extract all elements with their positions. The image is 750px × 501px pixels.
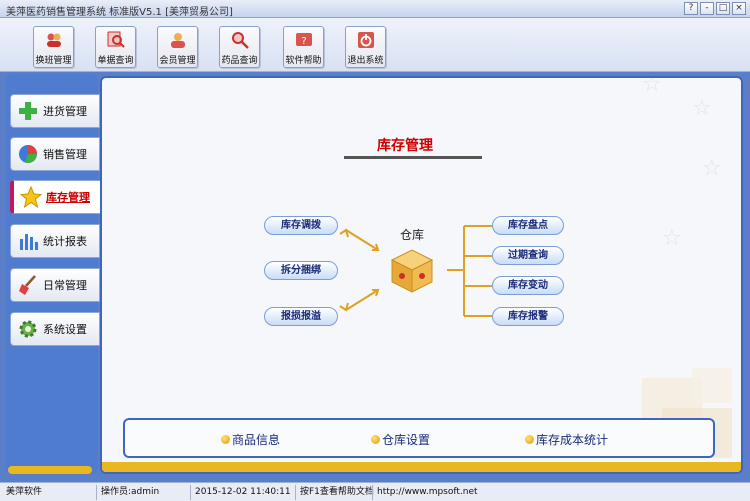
shift-management-button[interactable]: 换班管理 — [33, 26, 74, 68]
nav-bottom-bar — [8, 466, 92, 474]
stock-count-button[interactable]: 库存盘点 — [492, 216, 564, 235]
software-help-label: 软件帮助 — [285, 56, 322, 66]
bullet-icon — [525, 435, 534, 444]
window-title: 美萍医药销售管理系统 标准版V5.1 [美萍贸易公司] — [6, 7, 233, 18]
quick-links-box: 商品信息 仓库设置 库存成本统计 — [123, 418, 715, 458]
toolbar: 换班管理 单据查询 会员管理 药品查询 ? 软件帮助 退出系统 — [0, 18, 750, 72]
member-management-button[interactable]: 会员管理 — [157, 26, 198, 68]
maximize-button[interactable]: □ — [716, 2, 730, 15]
gear-icon — [19, 320, 37, 338]
split-bundle-button[interactable]: 拆分捆绑 — [264, 261, 338, 280]
drug-query-button[interactable]: 药品查询 — [219, 26, 260, 68]
software-help-button[interactable]: ? 软件帮助 — [283, 26, 324, 68]
main-bottom-bar — [102, 462, 741, 472]
plus-icon — [19, 102, 37, 120]
window-controls: ? - □ × — [684, 2, 746, 15]
nav-item-settings[interactable]: 系统设置 — [10, 312, 100, 346]
drug-query-label: 药品查询 — [221, 56, 258, 66]
stock-change-button[interactable]: 库存变动 — [492, 276, 564, 295]
shift-management-label: 换班管理 — [35, 56, 72, 66]
bullet-icon — [371, 435, 380, 444]
nav-label-settings: 系统设置 — [43, 323, 87, 336]
help-icon: ? — [296, 33, 312, 47]
document-query-button[interactable]: 单据查询 — [95, 26, 136, 68]
nav-label-daily: 日常管理 — [43, 279, 87, 292]
status-bar: 美萍软件 操作员:admin 2015-12-02 11:40:11 按F1查看… — [0, 482, 750, 501]
member-icon — [171, 33, 185, 48]
status-datetime: 2015-12-02 11:40:11 — [190, 485, 291, 500]
warehouse-label: 仓库 — [400, 228, 425, 242]
nav-item-reports[interactable]: 统计报表 — [10, 224, 100, 258]
help-window-button[interactable]: ? — [684, 2, 698, 15]
main-panel: ☆ ☆ ☆ ☆ 库存管理 仓库 库存调拨 拆分捆绑 报损报溢 库存盘点 过期查询… — [100, 76, 743, 474]
magnifier-icon — [107, 31, 125, 48]
close-button[interactable]: × — [732, 2, 746, 15]
bar-chart-icon — [20, 234, 38, 250]
exit-system-button[interactable]: 退出系统 — [345, 26, 386, 68]
nav-item-purchase[interactable]: 进货管理 — [10, 94, 100, 128]
link-stock-cost-label: 库存成本统计 — [536, 433, 609, 447]
exit-system-label: 退出系统 — [347, 56, 384, 66]
status-operator: 操作员:admin — [96, 485, 159, 500]
bullet-icon — [221, 435, 230, 444]
svg-text:?: ? — [301, 36, 306, 47]
star-icon — [20, 186, 42, 208]
nav-item-daily[interactable]: 日常管理 — [10, 268, 100, 302]
link-product-info-label: 商品信息 — [232, 433, 281, 447]
left-navigation: 进货管理 销售管理 库存管理 统计报表 日常管理 系统设置 — [6, 74, 102, 474]
title-bar: 美萍医药销售管理系统 标准版V5.1 [美萍贸易公司] ? - □ × — [0, 0, 750, 18]
nav-label-purchase: 进货管理 — [43, 105, 87, 118]
exit-icon — [358, 32, 374, 48]
nav-label-reports: 统计报表 — [43, 235, 87, 248]
stock-alarm-button[interactable]: 库存报警 — [492, 307, 564, 326]
users-icon — [47, 33, 61, 47]
broom-icon — [19, 275, 36, 295]
member-management-label: 会员管理 — [159, 56, 196, 66]
minimize-button[interactable]: - — [700, 2, 714, 15]
status-company: 美萍软件 — [6, 487, 43, 497]
status-help: 按F1查看帮助文档 — [295, 485, 374, 500]
nav-item-sales[interactable]: 销售管理 — [10, 137, 100, 171]
link-stock-cost[interactable]: 库存成本统计 — [525, 431, 608, 448]
loss-overflow-button[interactable]: 报损报溢 — [264, 307, 338, 326]
pie-chart-icon — [19, 145, 38, 164]
expiry-query-button[interactable]: 过期查询 — [492, 246, 564, 265]
nav-item-inventory[interactable]: 库存管理 — [10, 180, 102, 214]
warehouse-box-icon[interactable] — [386, 246, 438, 296]
nav-label-inventory: 库存管理 — [46, 191, 90, 204]
link-warehouse-settings[interactable]: 仓库设置 — [371, 431, 430, 448]
stock-transfer-button[interactable]: 库存调拨 — [264, 216, 338, 235]
link-product-info[interactable]: 商品信息 — [221, 431, 280, 448]
status-url[interactable]: http://www.mpsoft.net — [372, 485, 478, 500]
link-warehouse-settings-label: 仓库设置 — [382, 433, 431, 447]
document-query-label: 单据查询 — [97, 56, 134, 66]
search-drug-icon — [232, 32, 249, 49]
nav-label-sales: 销售管理 — [43, 148, 87, 161]
